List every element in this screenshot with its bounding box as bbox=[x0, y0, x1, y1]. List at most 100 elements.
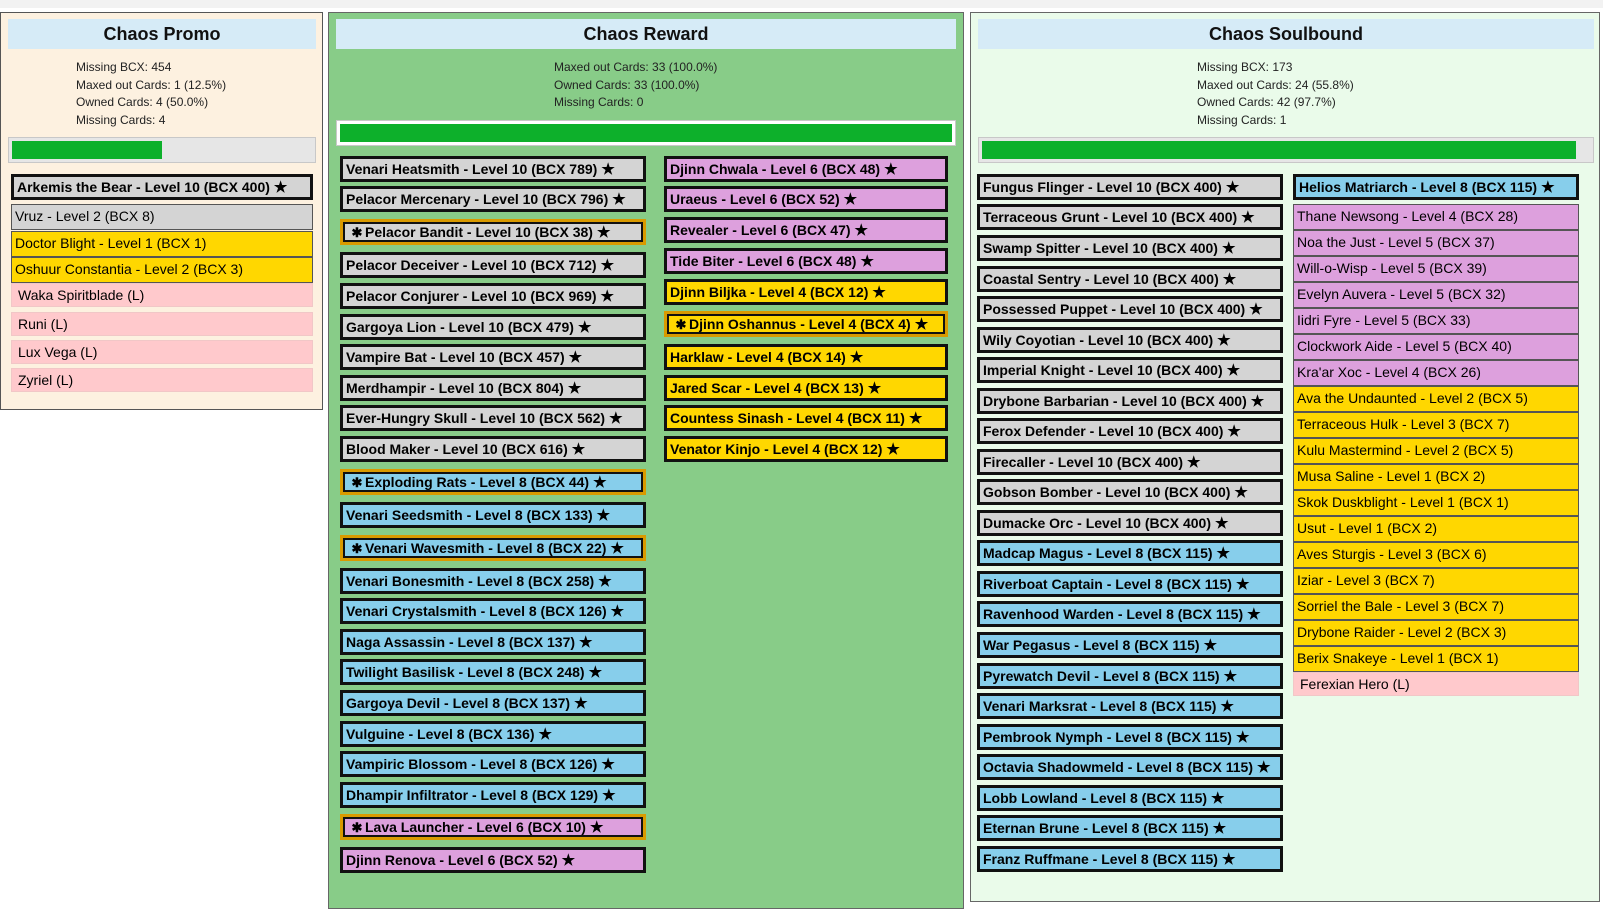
card-item[interactable]: Octavia Shadowmeld - Level 8 (BCX 115) ★ bbox=[977, 754, 1283, 780]
card-item[interactable]: Iidri Fyre - Level 5 (BCX 33) bbox=[1293, 308, 1579, 334]
card-label: Ever-Hungry Skull - Level 10 (BCX 562) bbox=[346, 410, 606, 426]
card-label: Aves Sturgis - Level 3 (BCX 6) bbox=[1297, 546, 1487, 562]
card-item[interactable]: Aves Sturgis - Level 3 (BCX 6) bbox=[1293, 542, 1579, 568]
card-label: Swamp Spitter - Level 10 (BCX 400) bbox=[983, 240, 1218, 256]
card-item[interactable]: Runi (L) bbox=[11, 312, 313, 336]
card-item[interactable]: Ferox Defender - Level 10 (BCX 400) ★ bbox=[977, 418, 1283, 444]
card-item[interactable]: Dhampir Infiltrator - Level 8 (BCX 129) ★ bbox=[340, 782, 646, 808]
card-item[interactable]: Iziar - Level 3 (BCX 7) bbox=[1293, 568, 1579, 594]
card-item[interactable]: Ferexian Hero (L) bbox=[1293, 672, 1579, 696]
card-label: Coastal Sentry - Level 10 (BCX 400) bbox=[983, 271, 1219, 287]
card-item[interactable]: Oshuur Constantia - Level 2 (BCX 3) bbox=[11, 257, 313, 283]
card-item[interactable]: Uraeus - Level 6 (BCX 52) ★ bbox=[664, 186, 948, 212]
card-item[interactable]: ✱ Lava Launcher - Level 6 (BCX 10) ★ bbox=[340, 814, 646, 840]
card-item[interactable]: Venari Seedsmith - Level 8 (BCX 133) ★ bbox=[340, 502, 646, 528]
card-item[interactable]: Djinn Renova - Level 6 (BCX 52) ★ bbox=[340, 847, 646, 873]
card-item[interactable]: Vampire Bat - Level 10 (BCX 457) ★ bbox=[340, 344, 646, 370]
card-item[interactable]: Firecaller - Level 10 (BCX 400) ★ bbox=[977, 449, 1283, 475]
card-item[interactable]: Possessed Puppet - Level 10 (BCX 400) ★ bbox=[977, 296, 1283, 322]
star-icon: ★ bbox=[914, 316, 929, 333]
card-item[interactable]: Franz Ruffmane - Level 8 (BCX 115) ★ bbox=[977, 846, 1283, 872]
card-item[interactable]: Pelacor Conjurer - Level 10 (BCX 969) ★ bbox=[340, 283, 646, 309]
card-item[interactable]: Pembrook Nymph - Level 8 (BCX 115) ★ bbox=[977, 724, 1283, 750]
stat-line: Missing Cards: 0 bbox=[554, 95, 644, 109]
card-item[interactable]: Djinn Biljka - Level 4 (BCX 12) ★ bbox=[664, 279, 948, 305]
card-label: Berix Snakeye - Level 1 (BCX 1) bbox=[1297, 650, 1499, 666]
card-item[interactable]: Drybone Raider - Level 2 (BCX 3) bbox=[1293, 620, 1579, 646]
card-item[interactable]: Terraceous Grunt - Level 10 (BCX 400) ★ bbox=[977, 204, 1283, 230]
card-item[interactable]: Vampiric Blossom - Level 8 (BCX 126) ★ bbox=[340, 751, 646, 777]
card-item[interactable]: Skok Duskblight - Level 1 (BCX 1) bbox=[1293, 490, 1579, 516]
card-item[interactable]: Djinn Chwala - Level 6 (BCX 48) ★ bbox=[664, 156, 948, 182]
card-item[interactable]: Sorriel the Bale - Level 3 (BCX 7) bbox=[1293, 594, 1579, 620]
card-item[interactable]: Kulu Mastermind - Level 2 (BCX 5) bbox=[1293, 438, 1579, 464]
card-item[interactable]: Helios Matriarch - Level 8 (BCX 115) ★ bbox=[1293, 174, 1579, 200]
card-item[interactable]: Usut - Level 1 (BCX 2) bbox=[1293, 516, 1579, 542]
card-label: Pembrook Nymph - Level 8 (BCX 115) bbox=[983, 729, 1232, 745]
card-item[interactable]: Ravenhood Warden - Level 8 (BCX 115) ★ bbox=[977, 601, 1283, 627]
stat-line: Missing BCX: 454 bbox=[76, 60, 172, 74]
card-item[interactable]: Terraceous Hulk - Level 3 (BCX 7) bbox=[1293, 412, 1579, 438]
card-item[interactable]: Merdhampir - Level 10 (BCX 804) ★ bbox=[340, 375, 646, 401]
card-item[interactable]: Eternan Brune - Level 8 (BCX 115) ★ bbox=[977, 815, 1283, 841]
star-icon: ★ bbox=[1225, 179, 1240, 196]
card-item[interactable]: Ava the Undaunted - Level 2 (BCX 5) bbox=[1293, 386, 1579, 412]
card-item[interactable]: Blood Maker - Level 10 (BCX 616) ★ bbox=[340, 436, 646, 462]
card-item[interactable]: Venari Heatsmith - Level 10 (BCX 789) ★ bbox=[340, 156, 646, 182]
card-item[interactable]: Doctor Blight - Level 1 (BCX 1) bbox=[11, 231, 313, 257]
progress-bar bbox=[336, 120, 956, 146]
card-item[interactable]: ✱ Pelacor Bandit - Level 10 (BCX 38) ★ bbox=[340, 219, 646, 245]
card-item[interactable]: Vruz - Level 2 (BCX 8) bbox=[11, 204, 313, 230]
card-item[interactable]: Kra'ar Xoc - Level 4 (BCX 26) bbox=[1293, 360, 1579, 386]
card-item[interactable]: Clockwork Aide - Level 5 (BCX 40) bbox=[1293, 334, 1579, 360]
card-item[interactable]: Twilight Basilisk - Level 8 (BCX 248) ★ bbox=[340, 659, 646, 685]
card-label: Usut - Level 1 (BCX 2) bbox=[1297, 520, 1438, 536]
card-item[interactable]: Coastal Sentry - Level 10 (BCX 400) ★ bbox=[977, 266, 1283, 292]
card-item[interactable]: Thane Newsong - Level 4 (BCX 28) bbox=[1293, 204, 1579, 230]
card-item[interactable]: Vulguine - Level 8 (BCX 136) ★ bbox=[340, 721, 646, 747]
card-item[interactable]: War Pegasus - Level 8 (BCX 115) ★ bbox=[977, 632, 1283, 658]
card-item[interactable]: Waka Spiritblade (L) bbox=[11, 283, 313, 307]
card-item[interactable]: Lobb Lowland - Level 8 (BCX 115) ★ bbox=[977, 785, 1283, 811]
card-item[interactable]: Jared Scar - Level 4 (BCX 13) ★ bbox=[664, 375, 948, 401]
card-item[interactable]: Lux Vega (L) bbox=[11, 340, 313, 364]
card-label: Runi (L) bbox=[18, 316, 68, 332]
card-item[interactable]: Tide Biter - Level 6 (BCX 48) ★ bbox=[664, 248, 948, 274]
card-item[interactable]: Venari Crystalsmith - Level 8 (BCX 126) ★ bbox=[340, 598, 646, 624]
card-item[interactable]: Venator Kinjo - Level 4 (BCX 12) ★ bbox=[664, 436, 948, 462]
card-item[interactable]: Dumacke Orc - Level 10 (BCX 400) ★ bbox=[977, 510, 1283, 536]
card-item[interactable]: Countess Sinash - Level 4 (BCX 11) ★ bbox=[664, 405, 948, 431]
card-item[interactable]: Will-o-Wisp - Level 5 (BCX 39) bbox=[1293, 256, 1579, 282]
card-item[interactable]: Evelyn Auvera - Level 5 (BCX 32) bbox=[1293, 282, 1579, 308]
card-item[interactable]: Revealer - Level 6 (BCX 47) ★ bbox=[664, 217, 948, 243]
card-item[interactable]: Gobson Bomber - Level 10 (BCX 400) ★ bbox=[977, 479, 1283, 505]
card-item[interactable]: Pelacor Deceiver - Level 10 (BCX 712) ★ bbox=[340, 252, 646, 278]
card-item[interactable]: Riverboat Captain - Level 8 (BCX 115) ★ bbox=[977, 571, 1283, 597]
card-item[interactable]: Gargoya Lion - Level 10 (BCX 479) ★ bbox=[340, 314, 646, 340]
card-item[interactable]: Ever-Hungry Skull - Level 10 (BCX 562) ★ bbox=[340, 405, 646, 431]
card-item[interactable]: Madcap Magus - Level 8 (BCX 115) ★ bbox=[977, 540, 1283, 566]
card-item[interactable]: Noa the Just - Level 5 (BCX 37) bbox=[1293, 230, 1579, 256]
star-icon: ★ bbox=[854, 222, 868, 239]
card-item[interactable]: Arkemis the Bear - Level 10 (BCX 400) ★ bbox=[11, 174, 313, 200]
star-icon: ★ bbox=[886, 441, 900, 458]
card-item[interactable]: Venari Marksrat - Level 8 (BCX 115) ★ bbox=[977, 693, 1283, 719]
card-item[interactable]: ✱ Exploding Rats - Level 8 (BCX 44) ★ bbox=[340, 469, 646, 495]
card-item[interactable]: Naga Assassin - Level 8 (BCX 137) ★ bbox=[340, 629, 646, 655]
card-item[interactable]: Pyrewatch Devil - Level 8 (BCX 115) ★ bbox=[977, 663, 1283, 689]
star-icon: ★ bbox=[1211, 790, 1225, 807]
card-item[interactable]: Musa Saline - Level 1 (BCX 2) bbox=[1293, 464, 1579, 490]
card-item[interactable]: ✱ Venari Wavesmith - Level 8 (BCX 22) ★ bbox=[340, 535, 646, 561]
card-item[interactable]: Fungus Flinger - Level 10 (BCX 400) ★ bbox=[977, 174, 1283, 200]
card-item[interactable]: ✱ Djinn Oshannus - Level 4 (BCX 4) ★ bbox=[664, 311, 948, 337]
card-item[interactable]: Harklaw - Level 4 (BCX 14) ★ bbox=[664, 344, 948, 370]
card-item[interactable]: Swamp Spitter - Level 10 (BCX 400) ★ bbox=[977, 235, 1283, 261]
card-item[interactable]: Zyriel (L) bbox=[11, 368, 313, 392]
card-item[interactable]: Gargoya Devil - Level 8 (BCX 137) ★ bbox=[340, 690, 646, 716]
card-item[interactable]: Drybone Barbarian - Level 10 (BCX 400) ★ bbox=[977, 388, 1283, 414]
card-item[interactable]: Berix Snakeye - Level 1 (BCX 1) bbox=[1293, 646, 1579, 672]
card-item[interactable]: Wily Coyotian - Level 10 (BCX 400) ★ bbox=[977, 327, 1283, 353]
card-item[interactable]: Imperial Knight - Level 10 (BCX 400) ★ bbox=[977, 357, 1283, 383]
card-item[interactable]: Pelacor Mercenary - Level 10 (BCX 796) ★ bbox=[340, 186, 646, 212]
card-item[interactable]: Venari Bonesmith - Level 8 (BCX 258) ★ bbox=[340, 568, 646, 594]
